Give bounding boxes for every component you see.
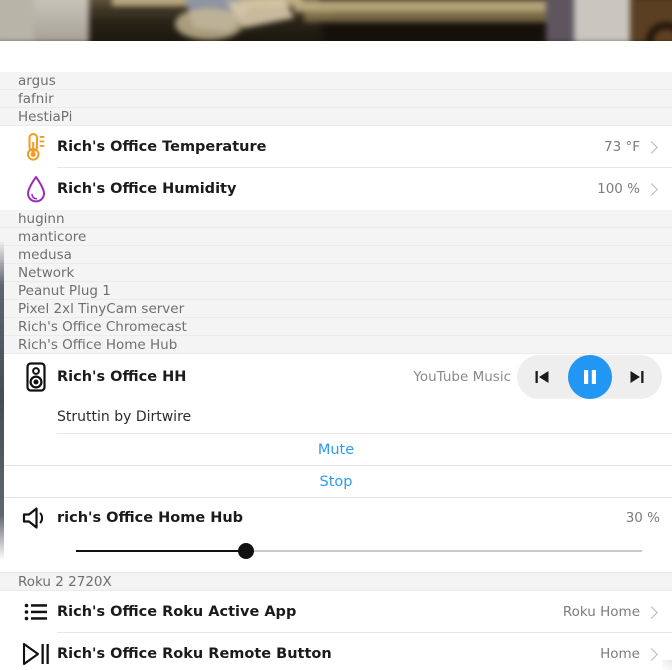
list-item-office-temperature[interactable]: Rich's Office Temperature 73 °F (0, 126, 672, 168)
group-header-hestiapi[interactable]: HestiaPi (0, 108, 672, 126)
artwork-svg (0, 0, 672, 41)
water-drop-icon-svg (24, 174, 48, 204)
play-pause-icon-svg (20, 640, 52, 668)
play-pause-icon (14, 640, 57, 668)
humidity-value: 100 % (597, 181, 640, 197)
water-drop-icon (14, 174, 57, 204)
list-item-label: Rich's Office Roku Active App (57, 604, 563, 620)
group-header-peanut-plug-1[interactable]: Peanut Plug 1 (0, 282, 672, 300)
speaker-icon (14, 361, 57, 393)
mute-button[interactable]: Mute (0, 434, 672, 466)
home-automation-app: argus fafnir HestiaPi Rich's Office Temp… (0, 0, 672, 670)
group-header-medusa[interactable]: medusa (0, 246, 672, 264)
list-icon (14, 600, 57, 624)
volume-slider[interactable] (76, 538, 642, 564)
list-item-roku-active-app[interactable]: Rich's Office Roku Active App Roku Home (0, 591, 672, 633)
list-item-label: Rich's Office Roku Remote Button (57, 646, 600, 662)
list-icon-svg (22, 600, 50, 624)
list-item-roku-remote-button[interactable]: Rich's Office Roku Remote Button Home (0, 633, 672, 670)
speaker-icon-svg (23, 361, 49, 393)
group-header-argus[interactable]: argus (0, 72, 672, 90)
banner-gap-spacer (0, 41, 672, 72)
page-corner-decoration (662, 660, 672, 670)
volume-value: 30 % (626, 510, 660, 526)
group-header-pixel-2xl-tinycam-server[interactable]: Pixel 2xl TinyCam server (0, 300, 672, 318)
chevron-right-icon[interactable] (645, 606, 658, 619)
roku-active-app-value: Roku Home (563, 604, 640, 620)
list-item-label: Rich's Office Humidity (57, 181, 597, 197)
stop-button[interactable]: Stop (0, 466, 672, 498)
thermometer-icon-svg (23, 132, 49, 162)
volume-label: rich's Office Home Hub (57, 510, 626, 526)
banner-artwork-image (0, 0, 672, 41)
list-item-office-humidity[interactable]: Rich's Office Humidity 100 % (0, 168, 672, 210)
volume-icon-svg (21, 504, 51, 532)
media-transport-controls (517, 355, 662, 399)
group-header-huginn[interactable]: huginn (0, 210, 672, 228)
group-header-office-home-hub[interactable]: Rich's Office Home Hub (0, 336, 672, 354)
list-item-label: Rich's Office Temperature (57, 139, 604, 155)
next-track-icon-svg (627, 367, 647, 387)
volume-icon (14, 504, 57, 532)
chevron-right-icon[interactable] (645, 183, 658, 196)
album-artwork-banner (0, 0, 672, 41)
volume-header: rich's Office Home Hub 30 % (0, 498, 672, 538)
group-header-office-chromecast[interactable]: Rich's Office Chromecast (0, 318, 672, 336)
media-player-card: Rich's Office HH YouTube Music (0, 354, 672, 498)
group-header-manticore[interactable]: manticore (0, 228, 672, 246)
media-player-header: Rich's Office HH YouTube Music (0, 354, 672, 400)
roku-remote-button-value: Home (600, 646, 640, 662)
media-player-source: YouTube Music (413, 369, 511, 385)
slider-filled-track (76, 550, 246, 552)
now-playing-text: Struttin by Dirtwire (0, 400, 672, 434)
media-player-title: Rich's Office HH (57, 369, 413, 385)
thermometer-icon (14, 132, 57, 162)
group-header-fafnir[interactable]: fafnir (0, 90, 672, 108)
volume-control-card: rich's Office Home Hub 30 % (0, 498, 672, 572)
vertical-scrollbar[interactable] (0, 240, 4, 560)
group-header-network[interactable]: Network (0, 264, 672, 282)
device-list: argus fafnir HestiaPi Rich's Office Temp… (0, 72, 672, 670)
group-header-roku[interactable]: Roku 2 2720X (0, 573, 672, 591)
pause-icon (581, 367, 599, 387)
next-track-icon[interactable] (624, 364, 650, 390)
temperature-value: 73 °F (604, 139, 640, 155)
previous-track-icon-svg (532, 367, 552, 387)
previous-track-icon[interactable] (529, 364, 555, 390)
slider-thumb[interactable] (238, 543, 254, 559)
pause-button[interactable] (568, 355, 612, 399)
chevron-right-icon[interactable] (645, 141, 658, 154)
chevron-right-icon[interactable] (645, 648, 658, 661)
